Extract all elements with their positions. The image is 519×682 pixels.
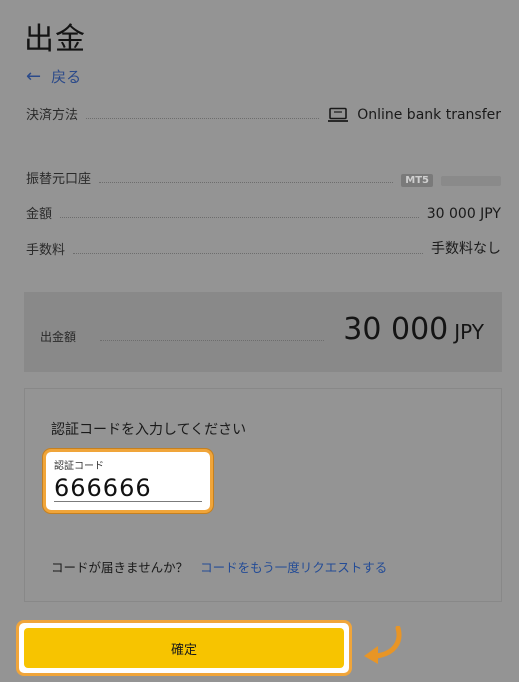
verification-code-input[interactable]	[54, 474, 202, 502]
resend-question: コードが届きませんか？	[51, 560, 189, 575]
account-number-redacted	[441, 175, 501, 186]
verification-code-field[interactable]: 認証コード	[43, 449, 213, 513]
fee-label: 手数料	[26, 243, 66, 258]
withdrawal-total-box: 出金額 30 000 JPY	[24, 292, 502, 372]
fee-row: 手数料 手数料なし	[26, 238, 501, 258]
mt5-badge: MT5	[401, 174, 433, 187]
arrow-left-icon: ←	[26, 65, 42, 87]
confirm-button-highlight: 確定	[16, 620, 352, 676]
resend-section: コードが届きませんか？ コードをもう一度リクエストする	[51, 557, 387, 576]
dotted-leader	[99, 182, 394, 183]
payment-method-value: Online bank transfer	[357, 107, 501, 123]
withdrawal-total-label: 出金額	[40, 330, 77, 344]
dotted-leader	[100, 340, 324, 341]
verification-code-label: 認証コード	[54, 461, 104, 472]
confirm-button[interactable]: 確定	[24, 628, 344, 668]
dotted-leader	[73, 253, 423, 254]
dotted-leader	[60, 217, 419, 218]
input-underline	[54, 501, 202, 502]
resend-code-link[interactable]: コードをもう一度リクエストする	[200, 560, 387, 575]
currency-label: JPY	[454, 320, 484, 344]
page-title: 出金	[24, 22, 86, 57]
withdrawal-total-amount: 30 000 JPY	[343, 312, 484, 347]
payment-method-row: 決済方法 Online bank transfer	[26, 104, 501, 123]
payment-method-label: 決済方法	[26, 108, 79, 123]
amount-row: 金額 30 000 JPY	[26, 203, 501, 222]
verification-panel: 認証コードを入力してください 認証コード コードが届きませんか？ コードをもう一…	[24, 388, 502, 602]
dotted-leader	[86, 118, 320, 119]
fee-value: 手数料なし	[431, 241, 501, 257]
curved-arrow-pointer-icon	[364, 626, 402, 664]
source-account-label: 振替元口座	[26, 172, 92, 187]
back-label: 戻る	[51, 68, 82, 86]
source-account-row: 振替元口座 MT5	[26, 168, 501, 187]
verification-prompt: 認証コードを入力してください	[51, 422, 247, 438]
amount-value: 30 000 JPY	[426, 206, 501, 222]
amount-label: 金額	[26, 207, 53, 222]
laptop-icon	[327, 107, 349, 123]
back-link[interactable]: ← 戻る	[26, 66, 81, 87]
